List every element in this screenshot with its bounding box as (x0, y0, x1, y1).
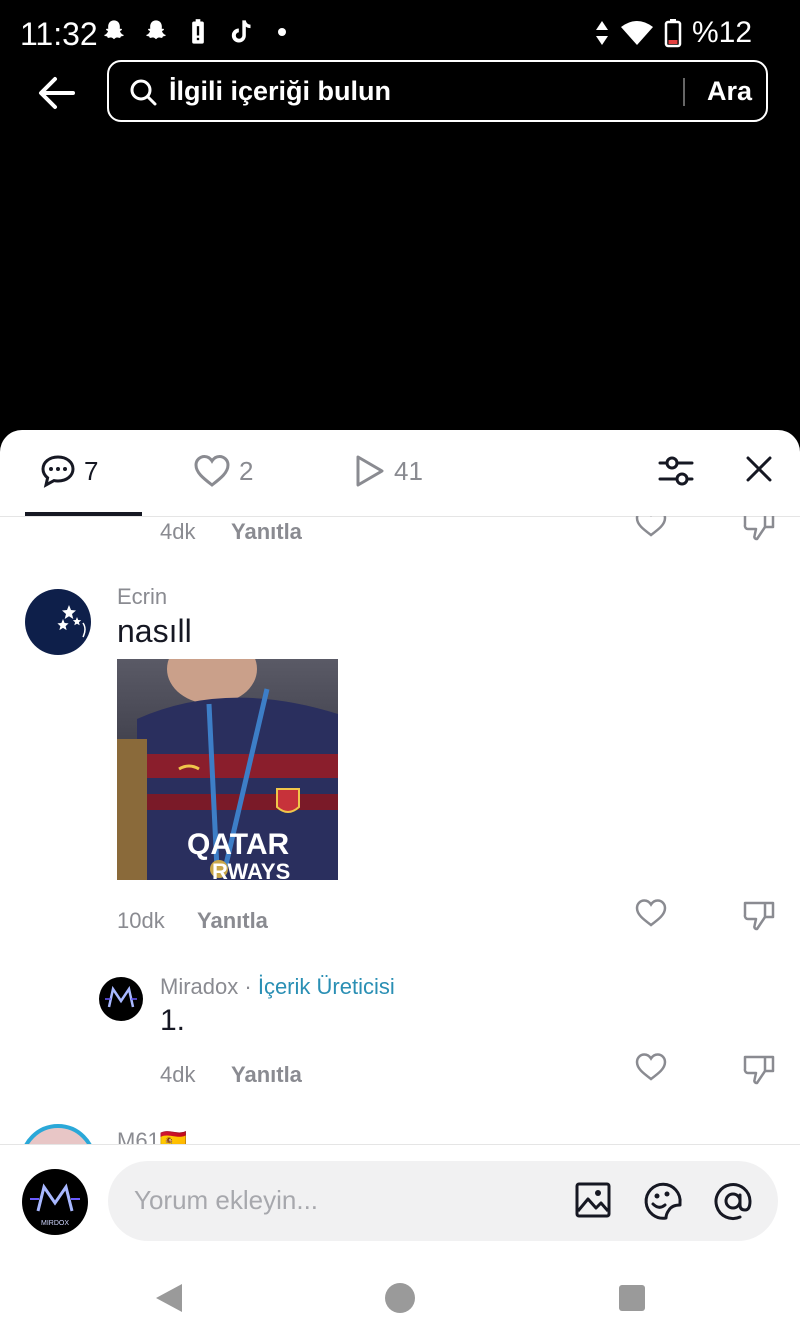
views-count: 41 (394, 455, 423, 486)
miradox-logo-icon (105, 985, 137, 1008)
sticker-emoji-icon[interactable] (642, 1181, 684, 1221)
likes-count: 2 (239, 455, 254, 486)
comment-bubble-icon (41, 455, 75, 488)
comment-list[interactable]: 4dk Yanıtla Ecrin nasıll QATAR RWAYS 10d… (0, 516, 800, 1144)
search-bar[interactable]: İlgili içeriği bulun Ara (107, 60, 768, 122)
battery-percent: %12 (691, 16, 752, 49)
notification-icons (100, 18, 286, 46)
back-button[interactable] (34, 70, 80, 116)
photo-text-line2: RWAYS (212, 859, 290, 880)
reply-username-line: Miradox · İçerik Üreticisi (160, 974, 395, 1000)
nav-back-icon[interactable] (154, 1282, 184, 1314)
dislike-icon[interactable] (742, 1052, 776, 1086)
like-heart-icon[interactable] (634, 1052, 668, 1082)
dislike-icon[interactable] (742, 516, 776, 542)
star-avatar-icon (57, 605, 86, 638)
reply-button[interactable]: Yanıtla (197, 908, 268, 934)
heart-icon (194, 454, 230, 487)
miradox-logo-icon: MIRDOX (30, 1183, 80, 1227)
mention-icon[interactable] (712, 1181, 754, 1221)
search-divider (683, 78, 685, 106)
tab-comments[interactable]: 7 (40, 454, 98, 488)
status-time: 11:32 (20, 16, 98, 52)
snapchat-icon (146, 20, 166, 40)
reply-text: 1. (160, 1004, 186, 1037)
sliders-icon (658, 456, 694, 486)
comment-time: 10dk (117, 908, 165, 933)
username-separator: · (244, 974, 252, 999)
nav-home-icon[interactable] (384, 1282, 416, 1314)
comment-composer: MIRDOX Yorum ekleyin... (0, 1144, 800, 1255)
comment-text: nasıll (117, 613, 192, 649)
comments-count: 7 (84, 455, 99, 486)
search-icon (130, 79, 157, 106)
comments-sheet: 7 2 41 4dk Yanıtla Ecrin nasıll QATAR RW… (0, 430, 800, 1340)
avatar[interactable] (25, 589, 91, 655)
photo-illustration: QATAR RWAYS (117, 659, 338, 880)
comment-time: 4dk (160, 519, 196, 544)
avatar-logo-text: MIRDOX (41, 1220, 69, 1227)
comment-image[interactable]: QATAR RWAYS (117, 659, 338, 880)
avatar[interactable] (99, 977, 143, 1021)
like-heart-icon[interactable] (634, 516, 668, 538)
close-icon (746, 456, 772, 482)
more-notifications-dot (278, 28, 286, 36)
play-icon (356, 455, 384, 487)
search-button[interactable]: Ara (707, 76, 752, 107)
wifi-icon (620, 21, 653, 45)
like-heart-icon[interactable] (634, 898, 668, 928)
filter-button[interactable] (656, 452, 696, 495)
back-arrow-icon (39, 77, 75, 109)
tab-views[interactable]: 41 (352, 454, 423, 488)
comment-username[interactable]: M61🇪🇸 (117, 1128, 187, 1144)
dislike-icon[interactable] (742, 898, 776, 932)
comment-tabs: 7 2 41 (0, 430, 800, 517)
comment-input-placeholder: Yorum ekleyin... (134, 1185, 319, 1215)
close-button[interactable] (744, 454, 774, 489)
nav-recents-icon[interactable] (618, 1284, 646, 1312)
comment-input[interactable]: Yorum ekleyin... (108, 1161, 778, 1241)
photo-text-line1: QATAR (187, 828, 290, 861)
battery-alert-icon (192, 19, 204, 44)
image-icon[interactable] (574, 1181, 612, 1219)
reply-button[interactable]: Yanıtla (231, 519, 302, 545)
my-avatar[interactable]: MIRDOX (22, 1169, 88, 1235)
creator-badge: İçerik Üreticisi (257, 974, 395, 999)
system-icons: %12 (594, 16, 752, 50)
comment-username[interactable]: Ecrin (117, 584, 167, 610)
reply-username[interactable]: Miradox (160, 974, 238, 999)
tab-likes[interactable]: 2 (193, 454, 253, 488)
snapchat-icon (104, 20, 124, 40)
system-nav-bar (0, 1254, 800, 1340)
battery-icon (664, 19, 682, 48)
data-arrows-icon (595, 21, 608, 45)
tiktok-icon (231, 20, 251, 43)
reply-time: 4dk (160, 1062, 196, 1087)
avatar[interactable] (20, 1124, 96, 1144)
search-input[interactable]: İlgili içeriği bulun (169, 76, 391, 107)
reply-button[interactable]: Yanıtla (231, 1062, 302, 1088)
